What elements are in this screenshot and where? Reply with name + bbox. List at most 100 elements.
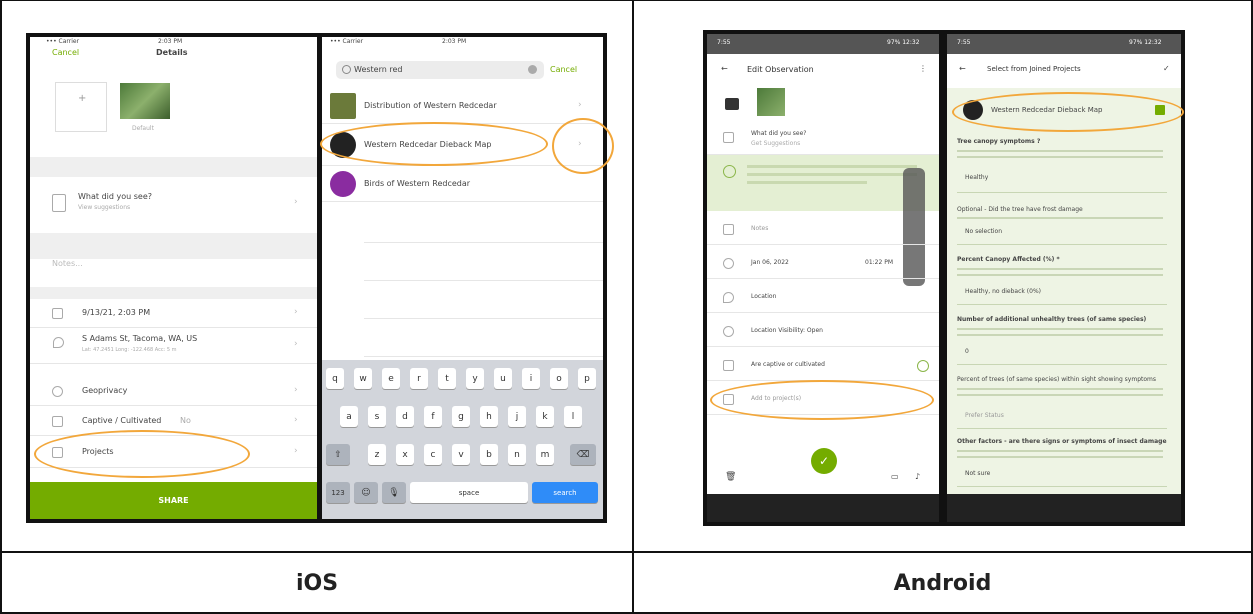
emoji-key[interactable]: ☺ [354, 482, 378, 503]
list-item[interactable]: Birds of Western Redcedar [322, 167, 603, 202]
key-d[interactable]: d [396, 406, 414, 427]
more-menu-icon[interactable]: ⋮ [919, 64, 927, 73]
key-l[interactable]: l [564, 406, 582, 427]
numbers-key[interactable]: 123 [326, 482, 350, 503]
captive-checkbox[interactable] [917, 360, 929, 372]
field-block[interactable]: Optional - Did the tree have frost damag… [957, 206, 1167, 245]
project-avatar [330, 171, 356, 197]
mic-key[interactable]: 🎙 [382, 482, 406, 503]
key-j[interactable]: j [508, 406, 526, 427]
list-item[interactable]: Distribution of Western Redcedar › [322, 89, 603, 124]
key-g[interactable]: g [452, 406, 470, 427]
location-row[interactable]: Location [707, 284, 939, 313]
field-block[interactable]: Other factors - are there signs or sympt… [957, 438, 1167, 487]
key-u[interactable]: u [494, 368, 512, 389]
notes-row[interactable]: Notes [707, 216, 939, 245]
captive-row[interactable]: Are captive or cultivated [707, 352, 939, 381]
check-icon[interactable]: ✓ [1163, 64, 1170, 73]
search-bar[interactable]: Western red [336, 61, 544, 79]
observation-photo[interactable] [757, 88, 785, 116]
field-block[interactable]: Percent of trees (of same species) withi… [957, 376, 1167, 429]
visibility-row[interactable]: Location Visibility: Open [707, 318, 939, 347]
status-bar: 7:55 97% 12:32 [947, 34, 1181, 54]
cancel-button[interactable]: Cancel [52, 48, 79, 57]
highlight-add-projects [710, 380, 934, 420]
key-b[interactable]: b [480, 444, 498, 465]
chevron-right-icon: › [294, 446, 298, 456]
android-edit-screen: 7:55 97% 12:32 ← Edit Observation ⋮ What… [707, 34, 939, 522]
what-did-you-see-row[interactable]: What did you see? View suggestions › [30, 177, 317, 234]
key-a[interactable]: a [340, 406, 358, 427]
field-question: Number of additional unhealthy trees (of… [957, 316, 1147, 323]
notes-field[interactable]: Notes... [52, 259, 83, 268]
key-t[interactable]: t [438, 368, 456, 389]
observation-photo[interactable] [120, 83, 170, 119]
back-arrow-icon[interactable]: ← [721, 64, 728, 73]
location-row[interactable]: S Adams St, Tacoma, WA, US Lat: 47.2451 … [30, 327, 317, 364]
field-help-line [957, 450, 1163, 452]
key-z[interactable]: z [368, 444, 386, 465]
save-fab[interactable]: ✓ [811, 448, 837, 474]
key-q[interactable]: q [326, 368, 344, 389]
page-title: Details [156, 48, 188, 57]
delete-icon[interactable]: 🗑 [725, 472, 736, 482]
notes-label: Notes [751, 225, 769, 232]
status-bar: 7:55 97% 12:32 [707, 34, 939, 54]
datetime-row[interactable]: 9/13/21, 2:03 PM › [30, 299, 317, 328]
add-photo-tile[interactable]: + [55, 82, 107, 132]
mic-icon[interactable]: ♪ [915, 472, 920, 481]
key-y[interactable]: y [466, 368, 484, 389]
key-r[interactable]: r [410, 368, 428, 389]
page-title: Select from Joined Projects [987, 65, 1081, 73]
key-i[interactable]: i [522, 368, 540, 389]
what-did-you-see-row[interactable]: What did you see? Get Suggestions [707, 124, 939, 155]
field-block[interactable]: Tree canopy symptoms ? Healthy [957, 138, 1167, 193]
header: ← Select from Joined Projects ✓ [947, 54, 1181, 88]
key-w[interactable]: w [354, 368, 372, 389]
field-help-line [957, 456, 1163, 458]
field-question: Other factors - are there signs or sympt… [957, 438, 1167, 445]
share-button[interactable]: SHARE [30, 482, 317, 519]
gallery-icon[interactable]: ▭ [891, 472, 899, 481]
search-input[interactable]: Western red [354, 65, 402, 74]
delete-key[interactable]: ⌫ [570, 444, 596, 465]
field-block[interactable]: Number of additional unhealthy trees (of… [957, 316, 1167, 365]
back-arrow-icon[interactable]: ← [959, 64, 966, 73]
key-o[interactable]: o [550, 368, 568, 389]
key-v[interactable]: v [452, 444, 470, 465]
key-h[interactable]: h [480, 406, 498, 427]
key-m[interactable]: m [536, 444, 554, 465]
captive-value: No [180, 416, 191, 425]
key-n[interactable]: n [508, 444, 526, 465]
key-f[interactable]: f [424, 406, 442, 427]
caption-ios: iOS [295, 570, 339, 596]
search-key[interactable]: search [532, 482, 598, 503]
table-divider-col [632, 0, 634, 614]
field-question: Percent of trees (of same species) withi… [957, 376, 1156, 383]
field-help-line [957, 268, 1163, 270]
field-answer: Healthy [965, 174, 989, 181]
geoprivacy-row[interactable]: Geoprivacy › [30, 377, 317, 406]
key-x[interactable]: x [396, 444, 414, 465]
space-key[interactable]: space [410, 482, 528, 503]
key-s[interactable]: s [368, 406, 386, 427]
field-answer: 0 [965, 348, 969, 355]
key-e[interactable]: e [382, 368, 400, 389]
cancel-button[interactable]: Cancel [550, 65, 577, 74]
what-label: What did you see? [751, 130, 807, 137]
chevron-right-icon: › [294, 415, 298, 425]
empty-row [364, 279, 603, 281]
key-c[interactable]: c [424, 444, 442, 465]
key-p[interactable]: p [578, 368, 596, 389]
clear-icon[interactable] [528, 65, 537, 74]
clock-icon [723, 258, 734, 269]
section-spacer [30, 157, 317, 177]
camera-icon[interactable] [725, 98, 739, 110]
key-k[interactable]: k [536, 406, 554, 427]
field-help-line [957, 156, 1163, 158]
geoprivacy-label: Geoprivacy [82, 386, 128, 395]
project-name: Distribution of Western Redcedar [364, 101, 497, 110]
shift-key[interactable]: ⇧ [326, 444, 350, 465]
date-row[interactable]: Jan 06, 2022 01:22 PM [707, 250, 939, 279]
field-block[interactable]: Percent Canopy Affected (%) * Healthy, n… [957, 256, 1167, 305]
